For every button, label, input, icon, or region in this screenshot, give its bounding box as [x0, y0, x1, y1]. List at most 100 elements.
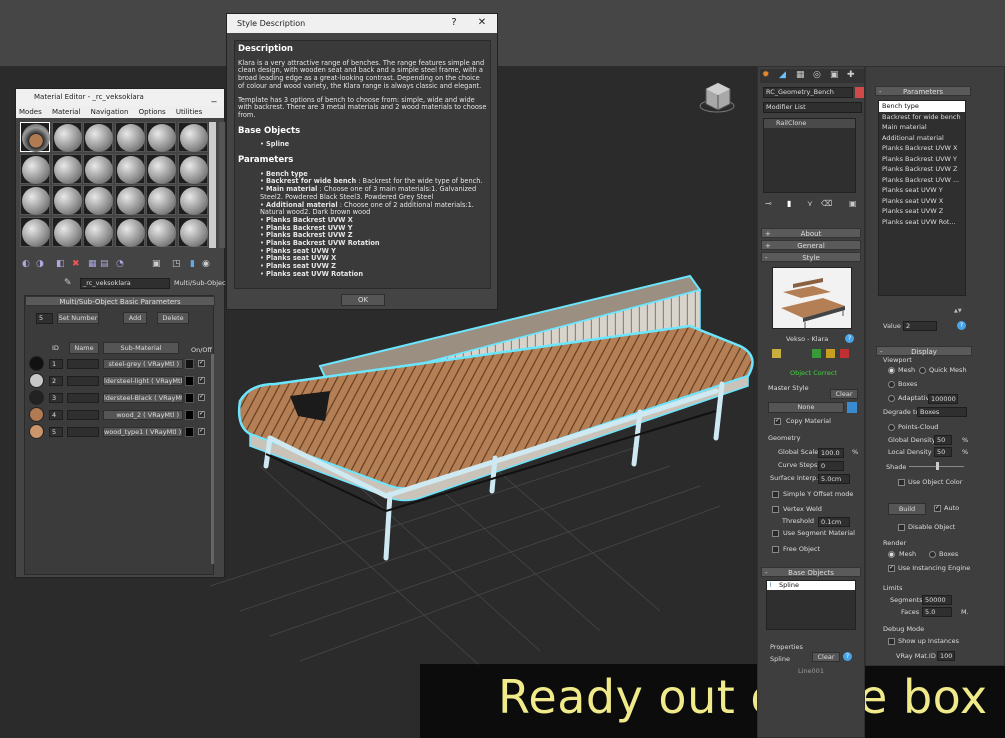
column-submaterial-button[interactable]: Sub-Material: [103, 342, 179, 354]
delete-button[interactable]: Delete: [157, 312, 189, 324]
mesh-radio[interactable]: [888, 367, 895, 374]
parameter-list-item[interactable]: Main material: [879, 122, 965, 133]
material-id-icon[interactable]: ◔: [116, 259, 124, 269]
pin-stack-icon[interactable]: ⊸: [765, 199, 772, 208]
material-slot[interactable]: [51, 216, 82, 247]
material-slot[interactable]: [83, 153, 113, 184]
add-button[interactable]: Add: [123, 312, 147, 324]
material-slot[interactable]: [146, 122, 176, 152]
material-slot[interactable]: [51, 122, 82, 152]
parameter-list-item[interactable]: Planks Backrest UVW ...: [879, 175, 965, 186]
parameter-list-item[interactable]: Planks seat UVW X: [879, 196, 965, 207]
material-slot[interactable]: [20, 153, 50, 184]
material-slot[interactable]: [177, 216, 208, 247]
close-icon[interactable]: ✕: [469, 14, 495, 32]
render-boxes-radio[interactable]: [929, 551, 936, 558]
rollout-scrollbar[interactable]: [211, 354, 214, 564]
menu-navigation[interactable]: Navigation: [91, 108, 129, 116]
material-slot[interactable]: [177, 185, 208, 215]
eyedropper-icon[interactable]: ✎: [64, 278, 72, 288]
material-slot[interactable]: [83, 185, 113, 215]
object-name-field[interactable]: RC_Geometry_Bench: [763, 87, 853, 98]
parameters-list-scroll[interactable]: ▲▼: [954, 308, 966, 315]
material-slot[interactable]: [114, 185, 145, 215]
value-help-icon[interactable]: ?: [957, 321, 966, 330]
submaterial-color[interactable]: [185, 427, 194, 437]
set-number-button[interactable]: Set Number: [57, 312, 99, 324]
submaterial-button[interactable]: wood_2 ( VRayMtl ): [103, 410, 183, 420]
style-rollout[interactable]: - Style: [761, 252, 861, 262]
vertex-weld-checkbox[interactable]: [772, 506, 779, 513]
material-type-label[interactable]: Multi/Sub-Object: [174, 279, 228, 288]
material-slot[interactable]: [177, 153, 208, 184]
boxes-radio[interactable]: [888, 381, 895, 388]
motion-tab-icon[interactable]: ◎: [813, 70, 821, 80]
value-field[interactable]: 2: [903, 321, 937, 331]
render-mesh-radio[interactable]: [888, 551, 895, 558]
master-refresh-icon[interactable]: [847, 402, 857, 413]
material-slot[interactable]: [177, 122, 208, 152]
material-name-field[interactable]: _rc_veksoklara: [80, 278, 170, 289]
submaterial-name[interactable]: [67, 376, 99, 386]
general-rollout[interactable]: + General: [761, 240, 861, 250]
submaterial-color[interactable]: [185, 359, 194, 369]
submaterial-name[interactable]: [67, 410, 99, 420]
style-dialog-titlebar[interactable]: Style Description ? ✕: [227, 14, 497, 33]
submaterial-id[interactable]: 5: [49, 427, 63, 437]
faces-field[interactable]: 5.0: [922, 607, 952, 617]
parameter-list-item[interactable]: Planks seat UVW Z: [879, 206, 965, 217]
put-to-library-icon[interactable]: ▤: [100, 259, 109, 269]
parameter-list-item[interactable]: Additional material: [879, 133, 965, 144]
get-material-icon[interactable]: ◐: [22, 259, 30, 269]
submaterial-onoff-checkbox[interactable]: [198, 393, 205, 401]
auto-checkbox[interactable]: [934, 504, 941, 512]
use-instancing-checkbox[interactable]: [888, 564, 895, 572]
material-slot[interactable]: [146, 216, 176, 247]
material-editor-minimize-icon[interactable]: _: [204, 89, 224, 107]
material-slot[interactable]: [114, 153, 145, 184]
submaterial-button[interactable]: ldersteel-Black ( VRayMtl ): [103, 393, 183, 403]
quick-mesh-radio[interactable]: [919, 367, 926, 374]
points-cloud-radio[interactable]: [888, 424, 895, 431]
display-rollout[interactable]: - Display: [876, 346, 972, 356]
master-none-button[interactable]: None: [768, 402, 844, 413]
parameter-list-item[interactable]: Backrest for wide bench: [879, 112, 965, 123]
parameter-list-item[interactable]: Planks seat UVW Y: [879, 185, 965, 196]
create-tab-icon[interactable]: ✹: [762, 70, 770, 80]
material-slot[interactable]: [51, 153, 82, 184]
material-editor-titlebar[interactable]: Material Editor - _rc_veksoklara _: [16, 89, 224, 106]
material-slot[interactable]: [146, 185, 176, 215]
build-button[interactable]: Build: [888, 503, 926, 515]
parameter-list-item[interactable]: Planks Backrest UVW Z: [879, 164, 965, 175]
submaterial-color[interactable]: [185, 410, 194, 420]
style-delete-icon[interactable]: [840, 349, 849, 358]
material-slot[interactable]: [83, 216, 113, 247]
material-slot[interactable]: [114, 216, 145, 247]
make-unique-stack-icon[interactable]: ⋎: [807, 199, 813, 208]
rollout-header[interactable]: Multi/Sub-Object Basic Parameters: [25, 296, 215, 306]
go-sibling-icon[interactable]: ◉: [202, 259, 210, 269]
material-slot[interactable]: [51, 185, 82, 215]
menu-material[interactable]: Material: [52, 108, 80, 116]
submaterial-id[interactable]: 4: [49, 410, 63, 420]
style-thumbnail[interactable]: [772, 267, 852, 329]
submaterial-onoff-checkbox[interactable]: [198, 410, 205, 418]
display-tab-icon[interactable]: ▣: [830, 70, 839, 80]
style-help-icon[interactable]: ?: [845, 334, 854, 343]
configure-sets-icon[interactable]: ▣: [849, 199, 857, 208]
submaterial-swatch[interactable]: [29, 407, 44, 422]
style-save-icon[interactable]: [826, 349, 835, 358]
disable-object-checkbox[interactable]: [898, 524, 905, 531]
show-map-icon[interactable]: ▣: [152, 259, 161, 269]
make-unique-icon[interactable]: ▦: [88, 259, 97, 269]
use-segment-material-checkbox[interactable]: [772, 530, 779, 537]
submaterial-swatch[interactable]: [29, 373, 44, 388]
style-load-icon[interactable]: [812, 349, 821, 358]
parameter-list-item[interactable]: Bench type: [879, 101, 965, 112]
menu-options[interactable]: Options: [139, 108, 166, 116]
style-description-dialog[interactable]: Style Description ? ✕ Description Klara …: [226, 13, 498, 310]
slot-scrollbar[interactable]: [209, 122, 216, 248]
go-parent-icon[interactable]: ▮: [190, 259, 195, 269]
about-rollout[interactable]: + About: [761, 228, 861, 238]
submaterial-swatch[interactable]: [29, 356, 44, 371]
